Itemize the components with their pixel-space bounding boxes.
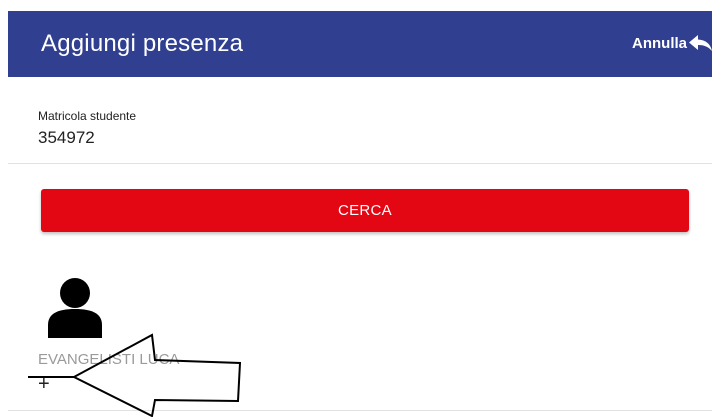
person-icon (44, 276, 106, 338)
student-id-input[interactable] (38, 128, 538, 148)
cancel-label: Annulla (632, 34, 687, 52)
add-student-button[interactable]: + (38, 373, 50, 395)
reply-arrow-icon (688, 34, 712, 52)
student-id-label: Matricola studente (38, 109, 137, 123)
result-divider (8, 410, 712, 411)
app-header: Aggiungi presenza Annulla (8, 11, 712, 77)
field-divider (8, 163, 712, 164)
cancel-button[interactable]: Annulla (632, 34, 712, 52)
student-name: EVANGELISTI LUCA (38, 351, 180, 368)
search-button[interactable]: CERCA (41, 189, 689, 232)
page-title: Aggiungi presenza (41, 30, 244, 57)
